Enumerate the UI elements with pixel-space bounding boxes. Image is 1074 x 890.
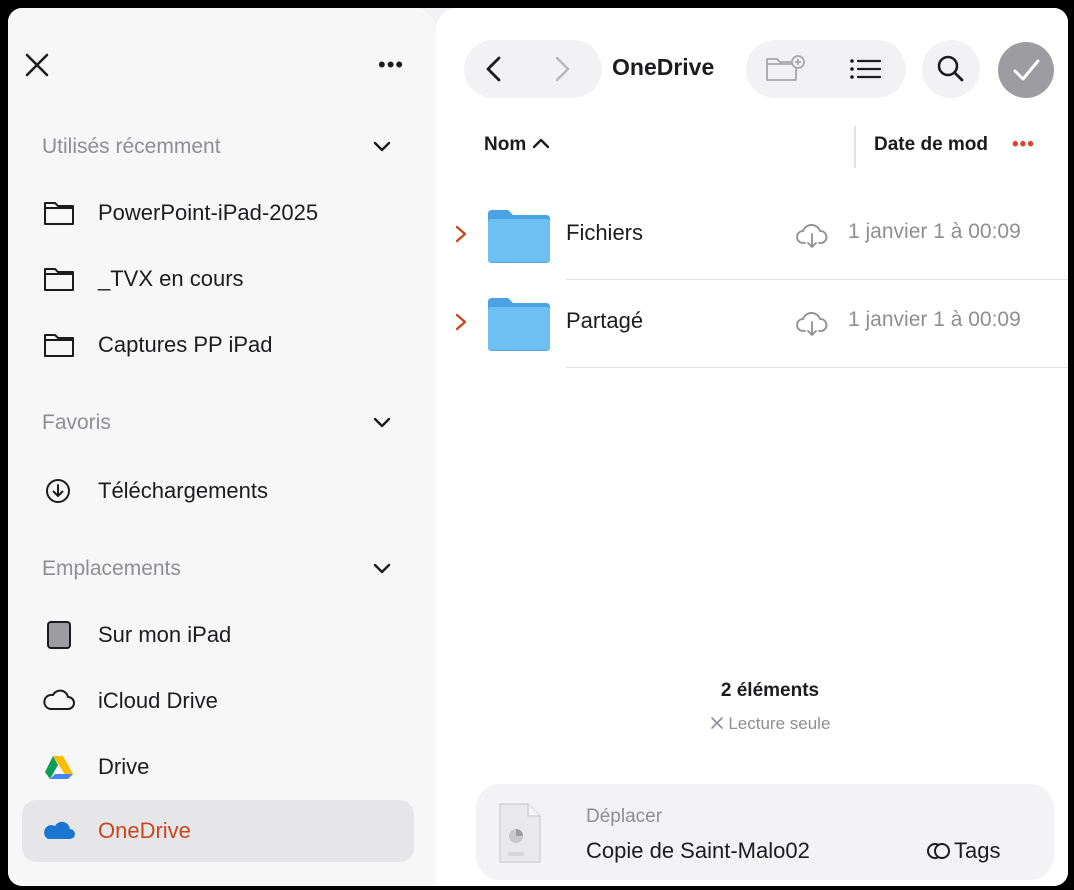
onedrive-icon — [44, 821, 75, 839]
toolbar: OneDrive — [436, 8, 1068, 118]
file-name: Partagé — [566, 308, 644, 333]
sidebar-item-onedrive[interactable]: OneDrive — [22, 800, 414, 862]
sidebar-item-sur-mon-ipad[interactable]: Sur mon iPad — [22, 608, 414, 662]
close-icon — [25, 53, 49, 77]
sidebar-item-label: OneDrive — [98, 818, 191, 843]
cloud-download-icon[interactable] — [794, 308, 830, 338]
file-date: 1 janvier 1 à 00:09 — [848, 308, 1021, 331]
folder-icon — [44, 334, 74, 357]
x-mark-icon — [710, 717, 723, 729]
column-header: Nom Date de mod ••• — [436, 126, 1068, 168]
list-icon — [850, 59, 882, 79]
sidebar-item-label: _TVX en cours — [98, 266, 244, 291]
disclosure-chevron-icon[interactable] — [454, 312, 468, 332]
sidebar-item-label: iCloud Drive — [98, 688, 218, 713]
chevron-left-icon — [486, 56, 501, 82]
tags-icon — [927, 843, 950, 859]
sidebar: ••• Utilisés récemment PowerPoint-iPad-2… — [8, 8, 436, 886]
list-view-button[interactable] — [846, 52, 886, 86]
close-button[interactable] — [22, 50, 52, 80]
action-controls — [746, 40, 906, 98]
item-count-area: 2 éléments Lecture seule — [436, 680, 1068, 734]
sidebar-item-icloud-drive[interactable]: iCloud Drive — [22, 674, 414, 728]
sidebar-item-label: Drive — [98, 754, 150, 779]
sort-by-date-button[interactable]: Date de mod — [874, 134, 988, 156]
sidebar-item-captures-pp-ipad[interactable]: Captures PP iPad — [22, 318, 414, 372]
files-picker-window: ••• Utilisés récemment PowerPoint-iPad-2… — [8, 8, 1068, 886]
new-folder-button[interactable] — [762, 52, 810, 86]
move-item-bar: Déplacer Copie de Saint-Malo02 Tags — [476, 784, 1054, 880]
file-row-partage[interactable]: Partagé 1 janvier 1 à 00:09 — [436, 280, 1068, 368]
sidebar-item-tvx-en-cours[interactable]: _TVX en cours — [22, 252, 414, 306]
section-title: Favoris — [42, 411, 111, 434]
checkmark-icon — [1013, 59, 1040, 81]
sidebar-item-label: PowerPoint-iPad-2025 — [98, 200, 319, 225]
item-count: 2 éléments — [720, 680, 820, 701]
sidebar-item-label: Téléchargements — [98, 478, 268, 503]
read-only-status: Lecture seule — [472, 714, 1068, 734]
section-title: Emplacements — [42, 557, 181, 580]
new-folder-icon — [766, 55, 805, 81]
section-header-favorites[interactable]: Favoris — [42, 408, 412, 438]
back-button[interactable] — [478, 52, 512, 86]
navigation-controls — [464, 40, 602, 98]
moving-file-name: Copie de Saint-Malo02 — [586, 838, 810, 863]
cloud-download-icon[interactable] — [794, 220, 830, 250]
sidebar-item-label: Captures PP iPad — [98, 332, 273, 357]
more-options-button[interactable]: ••• — [378, 54, 414, 76]
download-circle-icon — [46, 479, 70, 503]
sidebar-item-drive[interactable]: Drive — [22, 740, 414, 794]
chevron-down-icon — [373, 563, 391, 574]
sidebar-item-telechargements[interactable]: Téléchargements — [22, 464, 414, 518]
folder-icon — [44, 268, 74, 291]
file-name: Fichiers — [566, 220, 644, 245]
chevron-up-icon — [532, 138, 549, 149]
file-date: 1 janvier 1 à 00:09 — [848, 220, 1021, 243]
search-icon — [937, 55, 964, 82]
section-title: Utilisés récemment — [42, 135, 221, 158]
search-button[interactable] — [922, 40, 980, 98]
forward-button[interactable] — [544, 52, 578, 86]
folder-icon — [488, 210, 550, 263]
section-header-locations[interactable]: Emplacements — [42, 554, 412, 584]
column-divider[interactable] — [854, 126, 856, 168]
column-name-label: Nom — [484, 134, 527, 155]
tags-button[interactable]: Tags — [926, 838, 1000, 864]
document-thumbnail-icon — [499, 803, 541, 863]
disclosure-chevron-icon[interactable] — [454, 224, 468, 244]
location-title: OneDrive — [612, 54, 715, 80]
folder-icon — [488, 298, 550, 351]
column-more-button[interactable]: ••• — [1012, 134, 1035, 156]
chevron-down-icon — [373, 141, 391, 152]
file-row-fichiers[interactable]: Fichiers 1 janvier 1 à 00:09 — [436, 192, 1068, 280]
move-action-label: Déplacer — [586, 806, 663, 827]
row-divider — [566, 367, 1068, 368]
ipad-icon — [47, 621, 71, 649]
chevron-right-icon — [555, 56, 570, 82]
read-only-label: Lecture seule — [728, 714, 831, 733]
file-browser: OneDrive Nom Date de mod ••• Fichiers 1 … — [436, 8, 1068, 886]
sort-by-name-button[interactable]: Nom — [484, 134, 550, 156]
sidebar-item-powerpoint-ipad-2025[interactable]: PowerPoint-iPad-2025 — [22, 186, 414, 240]
folder-icon — [44, 202, 74, 225]
sidebar-item-label: Sur mon iPad — [98, 622, 232, 647]
section-header-recent[interactable]: Utilisés récemment — [42, 132, 412, 162]
icloud-icon — [43, 689, 75, 710]
google-drive-icon — [45, 756, 73, 779]
tags-label: Tags — [954, 838, 1001, 863]
done-button[interactable] — [998, 42, 1054, 98]
chevron-down-icon — [373, 417, 391, 428]
